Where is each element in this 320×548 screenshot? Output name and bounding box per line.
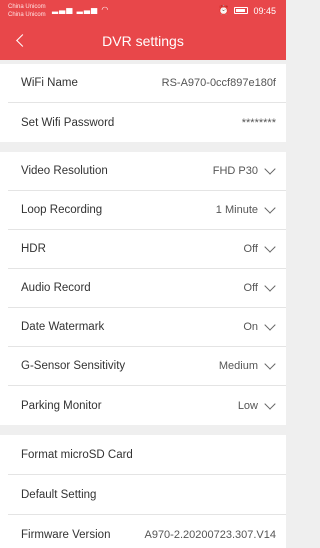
setting-date-watermark[interactable]: Date Watermark On xyxy=(8,308,286,347)
nav-bar: DVR settings xyxy=(0,24,286,60)
battery-icon xyxy=(234,7,249,14)
signal-icon: ▂▃▅ ▂▃▅ ◠ xyxy=(52,5,109,14)
signal-bars-icon: ▂▃▅ ▂▃▅ ◠ xyxy=(52,5,110,14)
setting-audio-record[interactable]: Audio Record Off xyxy=(8,269,286,308)
setting-value: RS-A970-0ccf897e180f xyxy=(161,77,276,89)
setting-label: Audio Record xyxy=(21,282,91,294)
settings-list: WiFi Name RS-A970-0ccf897e180f Set Wifi … xyxy=(0,64,286,548)
setting-g-sensor[interactable]: G-Sensor Sensitivity Medium xyxy=(8,347,286,386)
setting-label: G-Sensor Sensitivity xyxy=(21,360,126,372)
clock-time: 09:45 xyxy=(253,5,276,16)
carrier-info: China Unicom China Unicom xyxy=(8,3,46,19)
setting-label: WiFi Name xyxy=(21,77,78,89)
setting-wifi-name[interactable]: WiFi Name RS-A970-0ccf897e180f xyxy=(8,64,286,103)
carrier-name-2: China Unicom xyxy=(8,12,46,18)
page-title: DVR settings xyxy=(102,33,184,49)
status-right: ⏰ 09:45 xyxy=(218,5,276,16)
setting-value: Off xyxy=(243,243,258,255)
setting-label: Set Wifi Password xyxy=(21,116,115,129)
setting-value: On xyxy=(243,321,258,333)
setting-value: ******** xyxy=(241,116,276,129)
app-header: China Unicom China Unicom ▂▃▅ ▂▃▅ ◠ ⏰ 09… xyxy=(0,0,286,60)
chevron-down-icon xyxy=(264,241,276,253)
chevron-down-icon xyxy=(264,202,276,214)
setting-firmware-version[interactable]: Firmware Version A970-2.20200723.307.V14 xyxy=(8,515,286,548)
setting-value: A970-2.20200723.307.V14 xyxy=(144,529,276,541)
setting-value: FHD P30 xyxy=(212,165,258,177)
setting-format-sd-card[interactable]: Format microSD Card xyxy=(8,435,286,475)
setting-label: Video Resolution xyxy=(21,165,108,177)
setting-label: Parking Monitor xyxy=(21,399,102,412)
chevron-down-icon xyxy=(264,163,276,175)
settings-group-system: Format microSD Card Default Setting Firm… xyxy=(0,435,286,548)
setting-default-setting[interactable]: Default Setting xyxy=(8,475,286,515)
settings-group-wifi: WiFi Name RS-A970-0ccf897e180f Set Wifi … xyxy=(0,64,286,142)
setting-value: 1 Minute xyxy=(215,204,258,216)
setting-loop-recording[interactable]: Loop Recording 1 Minute xyxy=(8,191,286,230)
chevron-down-icon xyxy=(264,397,276,410)
setting-value: Off xyxy=(243,282,258,294)
status-bar: China Unicom China Unicom ▂▃▅ ▂▃▅ ◠ ⏰ 09… xyxy=(0,0,286,24)
setting-label: Format microSD Card xyxy=(21,448,133,461)
chevron-down-icon xyxy=(264,358,276,370)
setting-parking-monitor[interactable]: Parking Monitor Low xyxy=(8,386,286,425)
setting-video-resolution[interactable]: Video Resolution FHD P30 xyxy=(8,152,286,191)
setting-label: Date Watermark xyxy=(21,321,105,333)
chevron-down-icon xyxy=(264,319,276,331)
group-divider xyxy=(0,425,286,435)
carrier-name-1: China Unicom xyxy=(8,4,46,10)
setting-value: Medium xyxy=(218,360,258,372)
setting-value: Low xyxy=(237,399,258,412)
setting-wifi-password[interactable]: Set Wifi Password ******** xyxy=(8,103,286,142)
alarm-icon: ⏰ xyxy=(218,5,230,15)
group-divider xyxy=(0,142,286,152)
setting-label: Default Setting xyxy=(21,488,97,501)
settings-group-recording: Video Resolution FHD P30 Loop Recording … xyxy=(0,152,286,425)
setting-label: Loop Recording xyxy=(21,204,103,216)
chevron-down-icon xyxy=(264,280,276,292)
setting-label: Firmware Version xyxy=(21,529,111,541)
setting-label: HDR xyxy=(21,243,46,255)
setting-hdr[interactable]: HDR Off xyxy=(8,230,286,269)
